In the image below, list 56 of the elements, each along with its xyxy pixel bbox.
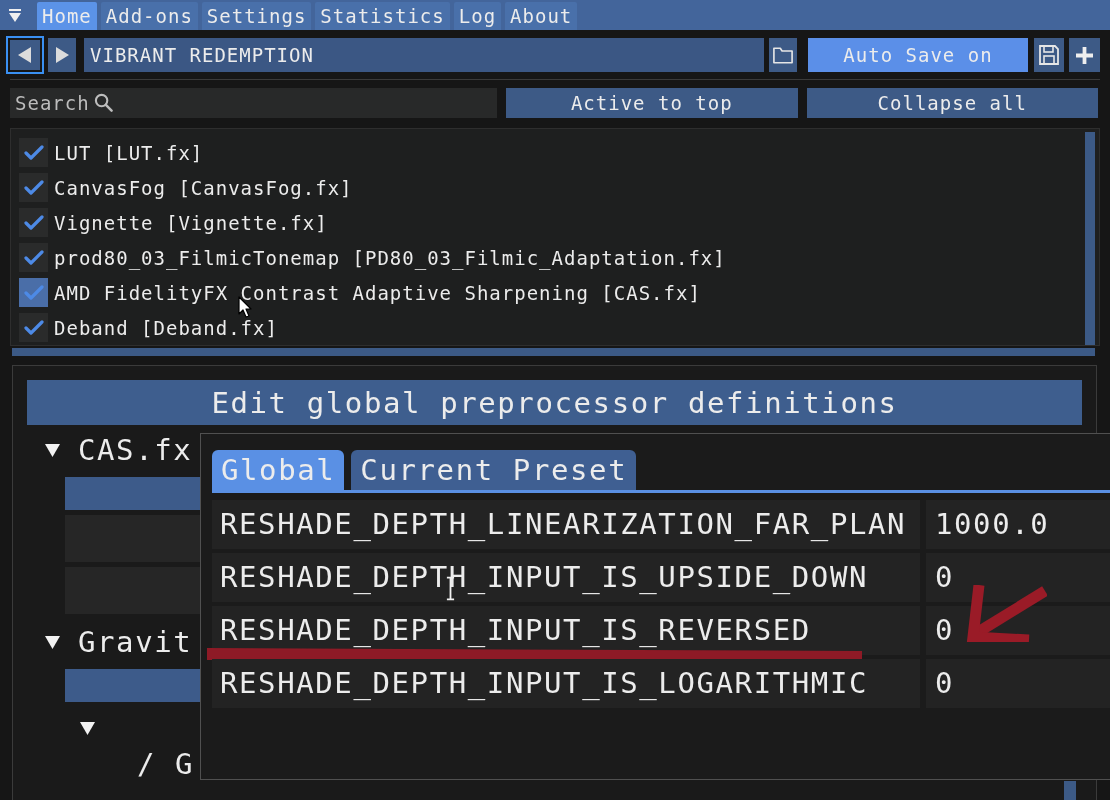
caret-icon[interactable]	[80, 722, 95, 735]
back-button[interactable]	[6, 36, 44, 74]
input-field[interactable]	[65, 567, 200, 614]
tree-node-label[interactable]: Gravit	[78, 624, 193, 660]
category-label: / G	[137, 747, 195, 781]
add-button[interactable]	[1069, 38, 1100, 72]
menu-tab[interactable]: About	[505, 2, 578, 30]
folder-icon	[773, 46, 793, 64]
effect-label[interactable]: CanvasFog [CanvasFog.fx]	[54, 176, 353, 199]
checkmark-icon	[23, 179, 44, 196]
plus-icon	[1076, 46, 1093, 64]
save-button[interactable]	[1034, 38, 1064, 72]
checkmark-icon	[23, 249, 44, 266]
value-cell[interactable]: 0	[926, 659, 1110, 708]
list-button[interactable]: Active to top	[506, 88, 798, 118]
menu-tab[interactable]: Settings	[201, 2, 312, 30]
name-cell[interactable]: RESHADE_DEPTH_INPUT_IS_LOGARITHMIC	[212, 659, 920, 708]
effect-label[interactable]: Deband [Deband.fx]	[54, 316, 278, 339]
tree-node-label[interactable]: CAS.fx	[78, 432, 193, 468]
save-icon	[1039, 45, 1059, 65]
checkbox[interactable]	[19, 173, 48, 202]
value-cell[interactable]: 0	[926, 553, 1110, 602]
checkmark-icon	[23, 284, 44, 301]
menu-tab[interactable]: Log	[453, 2, 502, 30]
value-cell[interactable]: 1000.0	[926, 500, 1110, 549]
scrollbar[interactable]	[1085, 132, 1095, 345]
tab[interactable]: Current Preset	[351, 450, 637, 490]
checkbox[interactable]	[19, 208, 48, 237]
effect-label[interactable]: prod80_03_FilmicTonemap [PD80_03_Filmic_Adaptation.fx]	[54, 246, 726, 269]
effect-label[interactable]: Vignette [Vignette.fx]	[54, 211, 328, 234]
name-cell[interactable]: RESHADE_DEPTH_INPUT_IS_UPSIDE_DOWN	[212, 553, 920, 602]
search-icon	[93, 93, 113, 112]
search-field[interactable]: Search	[10, 88, 497, 118]
menu-tab[interactable]: Add-ons	[100, 2, 198, 30]
forward-button[interactable]	[48, 38, 76, 72]
effect-label[interactable]: AMD FidelityFX Contrast Adaptive Sharpening [CAS.fx]	[54, 281, 701, 304]
checkbox[interactable]	[19, 243, 48, 272]
checkbox[interactable]	[19, 138, 48, 167]
edit-definitions-button[interactable]: Edit global preprocessor definitions	[27, 380, 1082, 425]
preset-selector[interactable]: VIBRANT REDEMPTION	[84, 38, 764, 72]
checkbox[interactable]	[19, 313, 48, 342]
folder-button[interactable]	[769, 38, 797, 72]
list-button[interactable]: Collapse all	[806, 88, 1098, 118]
checkmark-icon	[23, 144, 44, 161]
right-triangle-icon	[55, 47, 69, 63]
menu-tab[interactable]: Statistics	[315, 2, 450, 30]
checkmark-icon	[23, 319, 44, 336]
checkbox[interactable]	[19, 278, 48, 307]
left-triangle-icon	[18, 47, 32, 63]
caret-icon[interactable]	[45, 635, 60, 649]
checkmark-icon	[23, 214, 44, 231]
effect-label[interactable]: LUT [LUT.fx]	[54, 141, 204, 164]
name-cell[interactable]: RESHADE_DEPTH_LINEARIZATION_FAR_PLAN	[212, 500, 920, 549]
caret-icon[interactable]	[45, 443, 60, 457]
input-field[interactable]	[65, 515, 200, 562]
collapse-icon[interactable]	[8, 9, 22, 23]
